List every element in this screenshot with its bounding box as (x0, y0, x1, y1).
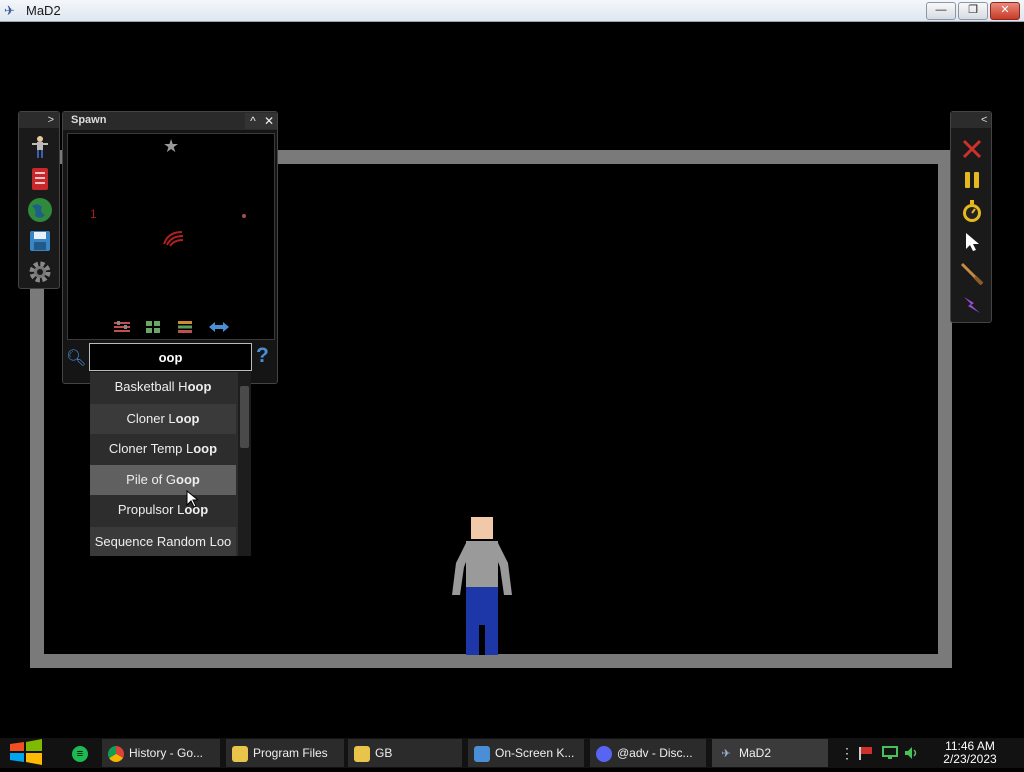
taskbar-item-label: Program Files (253, 746, 328, 760)
taskbar-item-chrome[interactable]: History - Go... (102, 739, 220, 767)
flag-icon[interactable] (858, 746, 874, 760)
pointer-icon[interactable] (959, 229, 985, 255)
delete-x-icon[interactable] (959, 136, 985, 162)
network-icon[interactable] (882, 746, 898, 760)
taskbar-item-mad2[interactable]: ✈ MaD2 (712, 739, 828, 767)
result-item-label: Propulsor L (117, 502, 185, 517)
spawn-panel-header[interactable]: Spawn ^ ✕ (63, 112, 277, 130)
result-item-cloner-temp-loop[interactable]: Cloner Temp Loop (90, 434, 236, 464)
search-results-dropdown: Basketball Hoop Cloner Loop Cloner Temp … (90, 372, 251, 556)
minimize-button[interactable]: — (926, 2, 956, 20)
result-item-label: Sequence Random Loo (94, 534, 232, 549)
left-toolbar: > (18, 111, 60, 289)
result-item-cloner-loop[interactable]: Cloner Loop (90, 404, 236, 434)
spawn-panel-close-button[interactable]: ✕ (261, 113, 277, 129)
result-item-label: Cloner Temp L (108, 441, 194, 456)
discord-icon (596, 745, 612, 762)
gear-icon[interactable] (27, 259, 53, 285)
taskbar-spotify[interactable]: ≡ (66, 739, 94, 767)
spotify-icon: ≡ (72, 745, 88, 762)
start-button[interactable] (8, 737, 44, 767)
mouse-cursor-icon (186, 490, 198, 508)
swap-arrows-icon[interactable] (208, 320, 229, 334)
result-item-match: oop (175, 411, 200, 426)
book-icon[interactable] (27, 166, 53, 192)
spawn-search-input[interactable] (89, 343, 252, 371)
grid-view-icon[interactable] (145, 320, 163, 334)
taskbar-item-label: @adv - Disc... (617, 746, 693, 760)
result-item-match: oop (193, 441, 218, 456)
spawn-preview[interactable]: ★ 1 (67, 133, 275, 340)
right-toolbar-collapse[interactable]: < (951, 112, 991, 128)
folder-icon (354, 745, 370, 762)
result-item-propulsor-loop[interactable]: Propulsor Loop (90, 495, 236, 525)
preview-dot (242, 214, 246, 218)
overflow-menu-icon[interactable]: ⋮ (840, 745, 854, 762)
ragdoll-icon[interactable] (27, 134, 53, 160)
taskbar-item-gb[interactable]: GB (348, 739, 462, 767)
mad2-icon: ✈ (721, 747, 731, 760)
favorite-star-icon[interactable]: ★ (163, 136, 179, 157)
lightning-icon[interactable] (959, 292, 985, 318)
result-item-basketball-hoop[interactable]: Basketball Hoop (90, 372, 236, 402)
spawn-panel-title: Spawn (71, 114, 107, 126)
stopwatch-icon[interactable] (959, 198, 985, 224)
dropdown-scrollbar[interactable] (238, 372, 251, 556)
preview-label: 1 (90, 207, 97, 221)
keyboard-icon (474, 745, 490, 762)
window-title: MaD2 (26, 3, 61, 18)
app-icon: ✈ (4, 3, 15, 18)
result-item-label: Pile of G (126, 472, 177, 487)
window-title-bar: ✈ MaD2 — ❐ ✕ (0, 0, 1024, 22)
knife-icon[interactable] (959, 260, 985, 286)
left-toolbar-collapse[interactable]: > (19, 112, 59, 128)
taskbar-item-program-files[interactable]: Program Files (226, 739, 344, 767)
save-icon[interactable] (27, 228, 53, 254)
taskbar-item-label: MaD2 (739, 746, 772, 760)
result-item-pile-of-goop[interactable]: Pile of Goop (90, 465, 236, 495)
clock-date: 2/23/2023 (943, 752, 997, 766)
result-item-match: oop (176, 472, 200, 487)
taskbar-item-label: On-Screen K... (495, 746, 575, 760)
list-view-icon[interactable] (177, 320, 195, 334)
result-item-label: Basketball H (114, 379, 188, 394)
globe-icon[interactable] (27, 197, 53, 223)
volume-icon[interactable] (904, 746, 920, 760)
folder-icon (232, 745, 248, 762)
system-clock[interactable]: 11:46 AM 2/23/2023 (935, 740, 1005, 766)
search-icon: 🔍︎ (66, 350, 87, 367)
taskbar-item-discord[interactable]: @adv - Disc... (590, 739, 706, 767)
preview-object-icon (163, 231, 184, 247)
help-icon[interactable]: ? (256, 344, 269, 368)
chrome-icon (108, 745, 124, 762)
sliders-icon[interactable] (113, 320, 131, 334)
taskbar-item-label: History - Go... (129, 746, 204, 760)
result-item-sequence-random-loop[interactable]: Sequence Random Loo (90, 527, 236, 556)
taskbar-item-label: GB (375, 746, 393, 760)
pause-icon[interactable] (959, 167, 985, 193)
restore-button[interactable]: ❐ (958, 2, 988, 20)
close-window-button[interactable]: ✕ (990, 2, 1020, 20)
result-item-label: Cloner L (126, 411, 176, 426)
dropdown-scrollbar-thumb[interactable] (240, 386, 249, 448)
taskbar-item-on-screen-keyboard[interactable]: On-Screen K... (468, 739, 584, 767)
arena-wall-bottom (30, 654, 952, 668)
ragdoll-character[interactable] (450, 517, 514, 655)
spawn-panel-minimize-button[interactable]: ^ (245, 113, 261, 129)
result-item-match: oop (187, 379, 212, 394)
right-toolbar: < (950, 111, 992, 323)
